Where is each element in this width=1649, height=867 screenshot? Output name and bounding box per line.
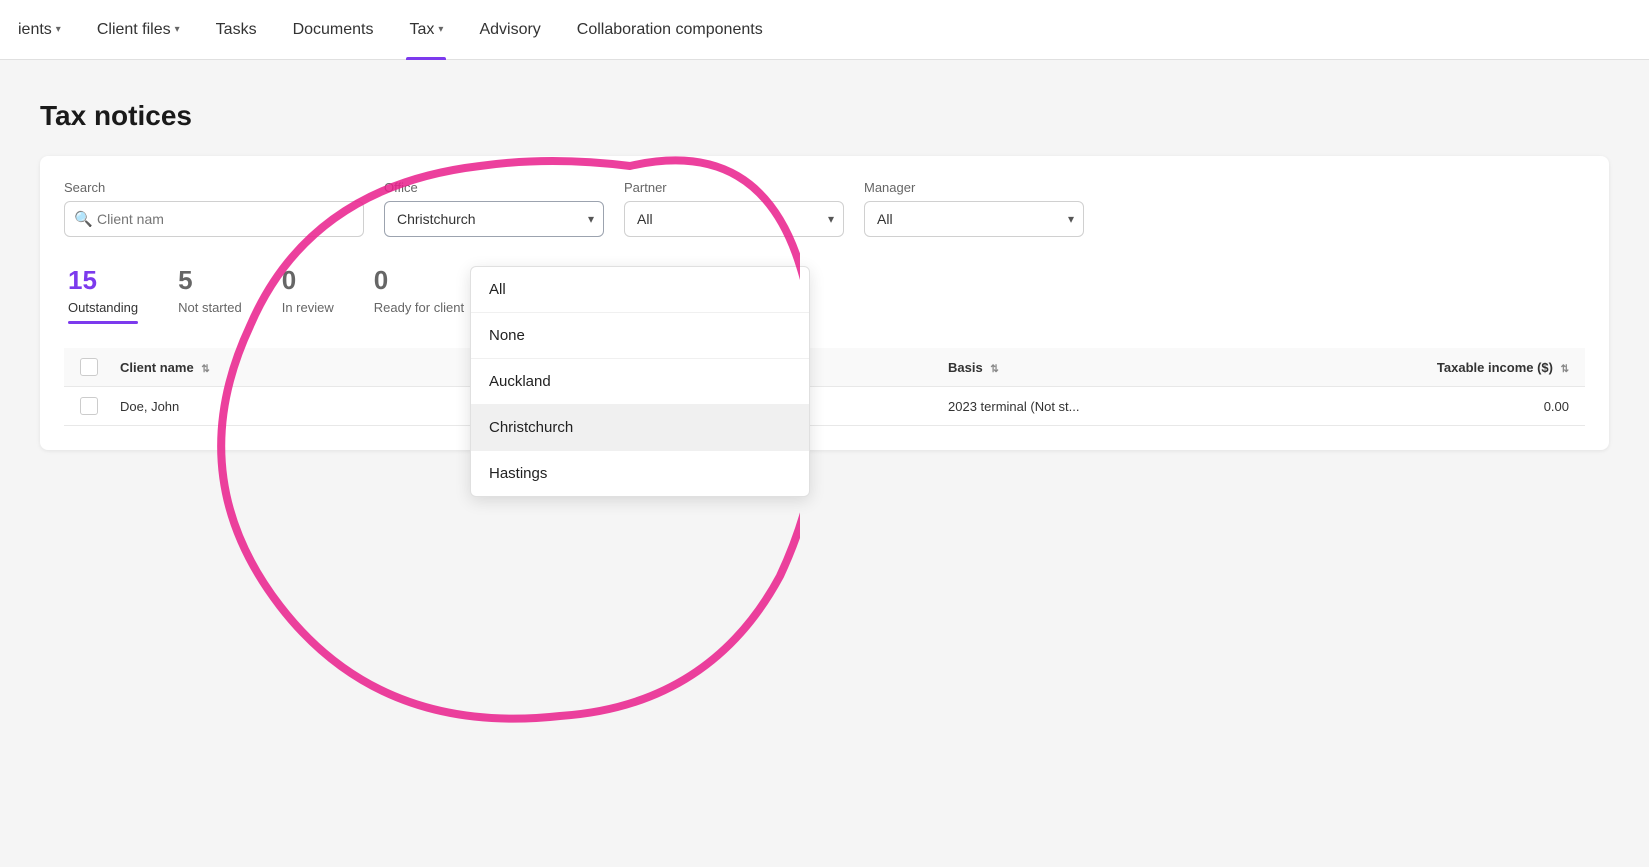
dropdown-option-auckland[interactable]: Auckland xyxy=(471,359,809,405)
stat-ready-for-client[interactable]: 0 Ready for client xyxy=(374,265,464,324)
stat-label-in-review: In review xyxy=(282,300,334,315)
sort-icon-taxable: ⇅ xyxy=(1561,364,1569,375)
stat-label-outstanding: Outstanding xyxy=(68,300,138,315)
stat-underline-outstanding xyxy=(68,321,138,324)
stats-row: 15 Outstanding 5 Not started 0 In review… xyxy=(64,265,1585,324)
nav-label-clients: ients xyxy=(18,21,52,39)
stat-number-in-review: 0 xyxy=(282,265,334,296)
nav-label-documents: Documents xyxy=(293,21,374,39)
manager-label: Manager xyxy=(864,180,1084,195)
office-label: Office xyxy=(384,180,604,195)
nav-item-tasks[interactable]: Tasks xyxy=(198,0,275,60)
top-navigation: ients ▾ Client files ▾ Tasks Documents T… xyxy=(0,0,1649,60)
stat-label-ready: Ready for client xyxy=(374,300,464,315)
office-select-wrap: Christchurch ▾ xyxy=(384,201,604,237)
office-filter-group: Office Christchurch ▾ xyxy=(384,180,604,237)
manager-select[interactable]: All xyxy=(864,201,1084,237)
stat-number-not-started: 5 xyxy=(178,265,242,296)
partner-filter-group: Partner All ▾ xyxy=(624,180,844,237)
row-basis: 2023 terminal (Not st... xyxy=(948,399,1259,414)
row-taxable: 0.00 xyxy=(1259,399,1570,414)
chevron-icon-client-files: ▾ xyxy=(175,24,180,35)
office-dropdown-menu: All None Auckland Christchurch Hastings xyxy=(470,266,810,497)
stat-outstanding[interactable]: 15 Outstanding xyxy=(68,265,138,324)
table-header-taxable[interactable]: Taxable income ($) ⇅ xyxy=(1259,360,1570,375)
nav-item-collaboration[interactable]: Collaboration components xyxy=(559,0,781,60)
nav-label-collaboration: Collaboration components xyxy=(577,21,763,39)
nav-item-advisory[interactable]: Advisory xyxy=(461,0,558,60)
stat-label-not-started: Not started xyxy=(178,300,242,315)
partner-label: Partner xyxy=(624,180,844,195)
nav-label-tasks: Tasks xyxy=(216,21,257,39)
page-title: Tax notices xyxy=(40,100,1609,132)
dropdown-option-none[interactable]: None xyxy=(471,313,809,359)
dropdown-option-hastings[interactable]: Hastings xyxy=(471,451,809,496)
dropdown-option-all[interactable]: All xyxy=(471,267,809,313)
row-check xyxy=(80,397,120,415)
search-input-wrap: 🔍 xyxy=(64,201,364,237)
partner-select[interactable]: All xyxy=(624,201,844,237)
main-content: Tax notices Search 🔍 Office Christchurch xyxy=(0,60,1649,867)
search-filter-group: Search 🔍 xyxy=(64,180,364,237)
table-header: Client name ⇅ Notice type ⇅ Basis ⇅ Taxa… xyxy=(64,348,1585,387)
chevron-icon-tax: ▾ xyxy=(438,24,443,35)
nav-item-clients[interactable]: ients ▾ xyxy=(0,0,79,60)
nav-label-client-files: Client files xyxy=(97,21,171,39)
stat-in-review[interactable]: 0 In review xyxy=(282,265,334,324)
search-input[interactable] xyxy=(64,201,364,237)
partner-select-wrap: All ▾ xyxy=(624,201,844,237)
table-row[interactable]: Doe, John 2023 terminal (Not st... 0.00 xyxy=(64,387,1585,426)
manager-select-wrap: All ▾ xyxy=(864,201,1084,237)
manager-value: All xyxy=(877,211,893,227)
dropdown-option-christchurch[interactable]: Christchurch xyxy=(471,405,809,451)
filter-card: Search 🔍 Office Christchurch ▾ Partner xyxy=(40,156,1609,450)
search-label: Search xyxy=(64,180,364,195)
chevron-icon-clients: ▾ xyxy=(56,24,61,35)
search-icon: 🔍 xyxy=(74,210,93,228)
table-header-basis[interactable]: Basis ⇅ xyxy=(948,360,1259,375)
nav-item-tax[interactable]: Tax ▾ xyxy=(392,0,462,60)
partner-value: All xyxy=(637,211,653,227)
row-checkbox[interactable] xyxy=(80,397,98,415)
nav-item-documents[interactable]: Documents xyxy=(275,0,392,60)
sort-icon-client: ⇅ xyxy=(201,364,209,375)
stat-number-outstanding: 15 xyxy=(68,265,138,296)
stat-number-ready: 0 xyxy=(374,265,464,296)
table-header-check xyxy=(80,358,120,376)
filter-row: Search 🔍 Office Christchurch ▾ Partner xyxy=(64,180,1585,237)
nav-item-client-files[interactable]: Client files ▾ xyxy=(79,0,198,60)
sort-icon-basis: ⇅ xyxy=(990,364,998,375)
nav-label-tax: Tax xyxy=(410,21,435,39)
office-value: Christchurch xyxy=(397,211,476,227)
nav-label-advisory: Advisory xyxy=(479,21,540,39)
select-all-checkbox[interactable] xyxy=(80,358,98,376)
stat-not-started[interactable]: 5 Not started xyxy=(178,265,242,324)
manager-filter-group: Manager All ▾ xyxy=(864,180,1084,237)
office-select[interactable]: Christchurch xyxy=(384,201,604,237)
